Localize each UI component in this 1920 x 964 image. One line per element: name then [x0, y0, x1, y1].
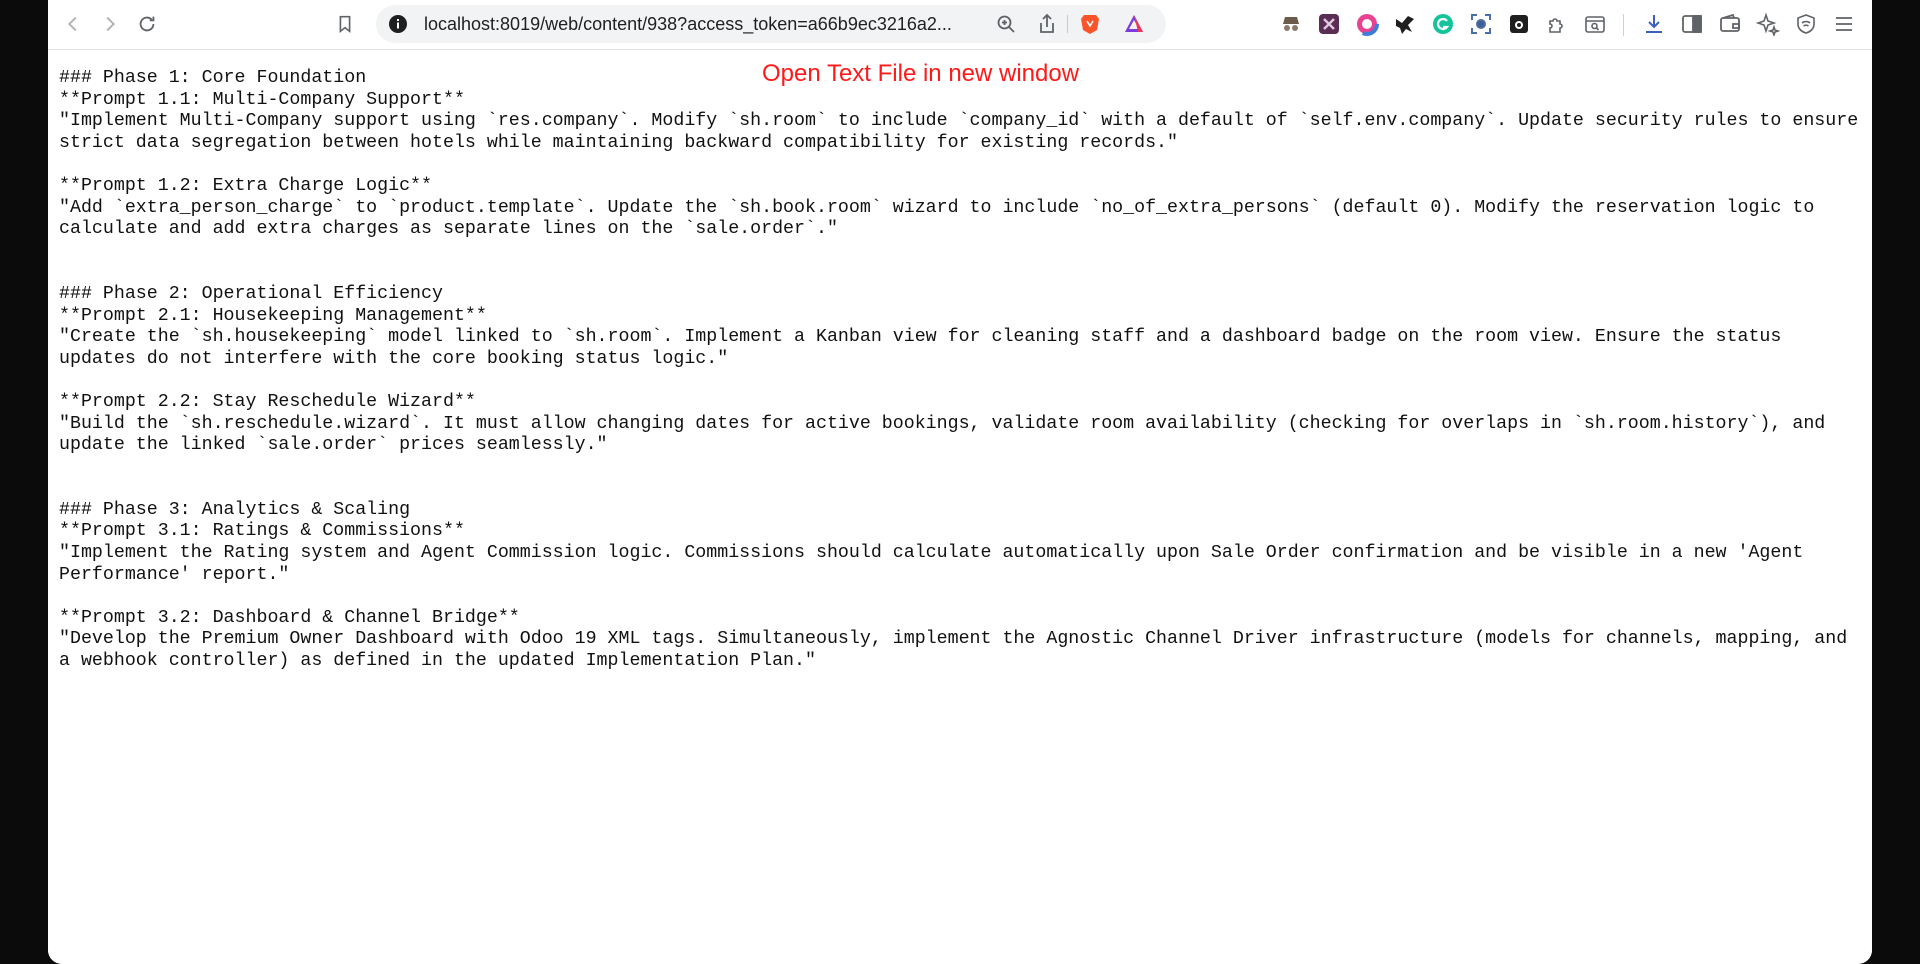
text-line: "Implement Multi-Company support using `…	[59, 111, 1870, 153]
brave-shields-icon[interactable]	[1078, 12, 1102, 36]
text-line: "Create the `sh.housekeeping` model link…	[59, 327, 1793, 369]
text-line: **Prompt 3.1: Ratings & Commissions**	[59, 521, 465, 542]
share-icon[interactable]	[1035, 12, 1059, 36]
text-file-content: ### Phase 1: Core Foundation **Prompt 1.…	[59, 68, 1869, 673]
text-line: ### Phase 2: Operational Efficiency	[59, 283, 443, 304]
zoom-icon[interactable]	[994, 12, 1018, 36]
browser-window: localhost:8019/web/content/938?access_to…	[48, 0, 1872, 964]
extension-x-icon[interactable]	[1317, 12, 1341, 36]
browser-toolbar: localhost:8019/web/content/938?access_to…	[48, 0, 1872, 50]
back-icon[interactable]	[58, 9, 88, 39]
vpn-shield-icon[interactable]	[1794, 12, 1818, 36]
text-line: **Prompt 1.2: Extra Charge Logic**	[59, 175, 432, 196]
address-bar-divider	[1067, 15, 1068, 33]
address-url[interactable]: localhost:8019/web/content/938?access_to…	[424, 5, 984, 43]
menu-icon[interactable]	[1832, 12, 1856, 36]
text-line: "Add `extra_person_charge` to `product.t…	[59, 197, 1826, 240]
sidebar-icon[interactable]	[1680, 12, 1704, 36]
text-line: **Prompt 3.2: Dashboard & Channel Bridge…	[59, 607, 520, 628]
text-line: ### Phase 1: Core Foundation	[59, 68, 367, 88]
extension-camera-icon[interactable]	[1507, 12, 1531, 36]
tab-search-icon[interactable]	[1583, 12, 1607, 36]
text-line: "Develop the Premium Owner Dashboard wit…	[59, 629, 1859, 672]
extension-color-ring-icon[interactable]	[1355, 12, 1379, 36]
extensions-puzzle-icon[interactable]	[1545, 12, 1569, 36]
reload-icon[interactable]	[132, 9, 162, 39]
text-line: **Prompt 2.1: Housekeeping Management**	[59, 305, 487, 326]
leo-ai-icon[interactable]	[1756, 12, 1780, 36]
page-content: Open Text File in new window ### Phase 1…	[48, 50, 1872, 964]
extension-spy-icon[interactable]	[1279, 12, 1303, 36]
bookmark-icon[interactable]	[330, 9, 360, 39]
address-bar[interactable]: localhost:8019/web/content/938?access_to…	[376, 5, 1166, 43]
grammarly-icon[interactable]	[1431, 12, 1455, 36]
extension-capture-icon[interactable]	[1469, 12, 1493, 36]
text-line: "Implement the Rating system and Agent C…	[59, 543, 1815, 585]
forward-icon[interactable]	[95, 9, 125, 39]
text-line: **Prompt 1.1: Multi-Company Support**	[59, 89, 465, 110]
brave-rewards-icon[interactable]	[1122, 12, 1146, 36]
text-line: "Build the `sh.reschedule.wizard`. It mu…	[59, 413, 1837, 456]
wallet-icon[interactable]	[1718, 12, 1742, 36]
downloads-icon[interactable]	[1642, 12, 1666, 36]
site-info-icon[interactable]	[388, 14, 408, 34]
text-line: ### Phase 3: Analytics & Scaling	[59, 499, 411, 520]
text-line: **Prompt 2.2: Stay Reschedule Wizard**	[59, 391, 476, 412]
toolbar-divider	[1623, 14, 1624, 36]
extension-bird-icon[interactable]	[1393, 12, 1417, 36]
